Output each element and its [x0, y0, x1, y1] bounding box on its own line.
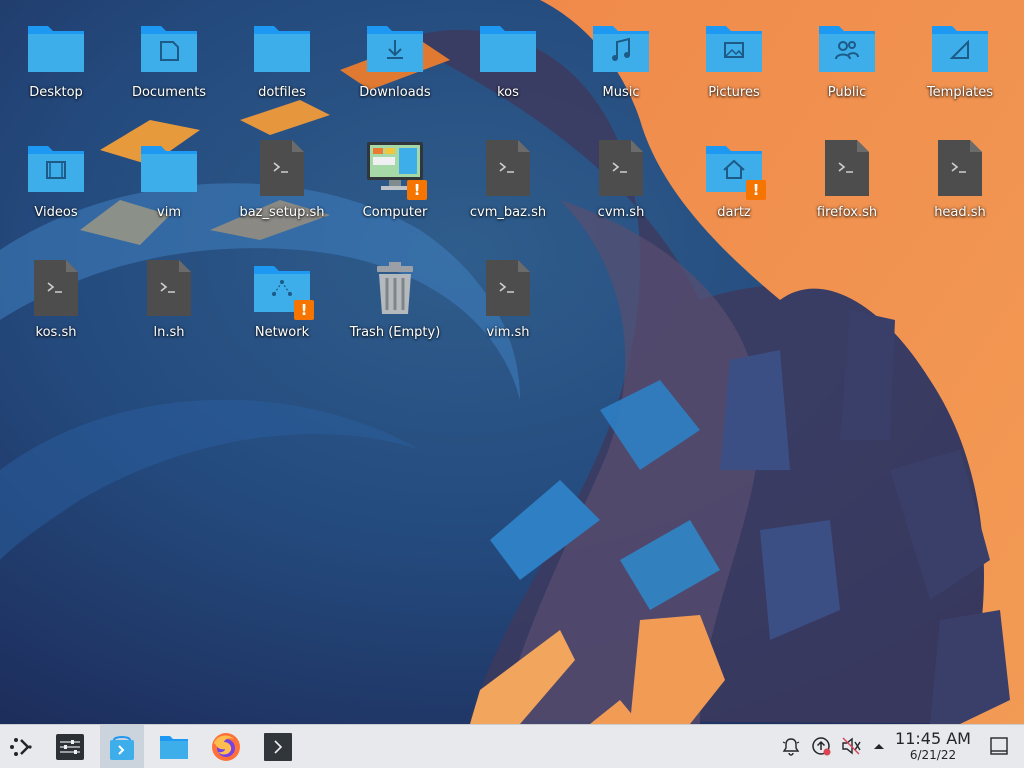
desktop-item-label: dartz — [717, 205, 751, 220]
dolphin-file-manager-icon — [160, 736, 188, 759]
desktop-item-label: kos — [497, 85, 519, 100]
shell-script-icon — [476, 256, 540, 320]
desktop-item-network[interactable]: ! Network — [232, 248, 332, 360]
desktop-item-label: Videos — [34, 205, 78, 220]
desktop-item-cvm-sh[interactable]: cvm.sh — [571, 128, 671, 240]
desktop-item-downloads[interactable]: Downloads — [345, 8, 445, 120]
shell-script-icon — [589, 136, 653, 200]
desktop-item-documents[interactable]: Documents — [119, 8, 219, 120]
shell-script-icon — [24, 256, 88, 320]
folder-documents-icon — [137, 16, 201, 80]
shell-script-icon — [476, 136, 540, 200]
application-launcher-icon — [10, 738, 32, 756]
folder-pictures-icon — [702, 16, 766, 80]
update-notifier-icon — [812, 737, 831, 756]
show-desktop-icon — [990, 737, 1008, 755]
desktop-item-dartz[interactable]: ! dartz — [684, 128, 784, 240]
desktop-item-label: baz_setup.sh — [239, 205, 325, 220]
folder-downloads-icon — [363, 16, 427, 80]
desktop-item-label: Downloads — [359, 85, 431, 100]
folder-icon — [250, 16, 314, 80]
desktop-item-label: Trash (Empty) — [349, 325, 441, 340]
clock-date: 6/21/22 — [909, 748, 957, 762]
firefox-button[interactable] — [204, 725, 248, 768]
folder-icon — [24, 16, 88, 80]
desktop-item-label: Music — [602, 85, 640, 100]
konsole-terminal-button[interactable] — [256, 725, 300, 768]
expand-tray-icon — [874, 744, 884, 749]
desktop-item-trash[interactable]: Trash (Empty) — [345, 248, 445, 360]
taskbar-panel: 11:45 AM 6/21/22 — [0, 724, 1024, 768]
desktop-item-baz-setup-sh[interactable]: baz_setup.sh — [232, 128, 332, 240]
desktop-item-kos[interactable]: kos — [458, 8, 558, 120]
desktop-item-label: vim.sh — [486, 325, 530, 340]
konsole-terminal-icon — [264, 733, 292, 761]
folder-public-icon — [815, 16, 879, 80]
desktop-item-label: Documents — [131, 85, 207, 100]
clock-time: 11:45 AM — [895, 729, 971, 748]
volume-button[interactable] — [840, 735, 862, 757]
desktop-item-label: Public — [827, 85, 867, 100]
trash-empty-icon — [363, 256, 427, 320]
desktop-item-kos-sh[interactable]: kos.sh — [6, 248, 106, 360]
desktop-item-ln-sh[interactable]: ln.sh — [119, 248, 219, 360]
folder-icon — [137, 136, 201, 200]
desktop-item-label: Network — [254, 325, 310, 340]
update-notifier-button[interactable] — [810, 735, 832, 757]
desktop-item-cvm-baz-sh[interactable]: cvm_baz.sh — [458, 128, 558, 240]
desktop-item-label: dotfiles — [258, 85, 306, 100]
folder-network-icon: ! — [250, 256, 314, 320]
discover-store-button[interactable] — [100, 725, 144, 768]
desktop-item-computer[interactable]: ! Computer — [345, 128, 445, 240]
desktop-item-label: Pictures — [708, 85, 760, 100]
folder-home-icon: ! — [702, 136, 766, 200]
computer-icon: ! — [363, 136, 427, 200]
desktop-item-dotfiles[interactable]: dotfiles — [232, 8, 332, 120]
desktop-item-templates[interactable]: Templates — [910, 8, 1010, 120]
desktop-item-public[interactable]: Public — [797, 8, 897, 120]
desktop-item-videos[interactable]: Videos — [6, 128, 106, 240]
warning-badge-icon: ! — [746, 180, 766, 200]
system-settings-button[interactable] — [48, 725, 92, 768]
shell-script-icon — [815, 136, 879, 200]
firefox-icon — [212, 733, 240, 761]
desktop-item-vim-sh[interactable]: vim.sh — [458, 248, 558, 360]
warning-badge-icon: ! — [407, 180, 427, 200]
volume-muted-icon — [842, 737, 861, 755]
desktop-item-desktop[interactable]: Desktop — [6, 8, 106, 120]
notifications-button[interactable] — [780, 735, 802, 757]
desktop-item-music[interactable]: Music — [571, 8, 671, 120]
desktop-item-label: Templates — [926, 85, 994, 100]
desktop-item-label: cvm_baz.sh — [469, 205, 547, 220]
desktop-item-head-sh[interactable]: head.sh — [910, 128, 1010, 240]
expand-tray-button[interactable] — [868, 735, 890, 757]
folder-music-icon — [589, 16, 653, 80]
desktop-item-label: firefox.sh — [816, 205, 878, 220]
shell-script-icon — [250, 136, 314, 200]
desktop-item-vim[interactable]: vim — [119, 128, 219, 240]
show-desktop-button[interactable] — [988, 735, 1010, 757]
desktop-item-label: head.sh — [934, 205, 986, 220]
folder-icon — [476, 16, 540, 80]
system-settings-icon — [56, 734, 84, 760]
discover-store-icon — [110, 736, 134, 760]
desktop-item-label: kos.sh — [35, 325, 77, 340]
desktop-item-label: Computer — [362, 205, 428, 220]
dolphin-file-manager-button[interactable] — [152, 725, 196, 768]
desktop-item-firefox-sh[interactable]: firefox.sh — [797, 128, 897, 240]
desktop-item-label: cvm.sh — [597, 205, 645, 220]
desktop-icon-grid: Desktop Documents dotfiles Downloads kos… — [0, 0, 1024, 724]
warning-badge-icon: ! — [294, 300, 314, 320]
shell-script-icon — [137, 256, 201, 320]
folder-videos-icon — [24, 136, 88, 200]
shell-script-icon — [928, 136, 992, 200]
folder-templates-icon — [928, 16, 992, 80]
desktop-item-pictures[interactable]: Pictures — [684, 8, 784, 120]
application-launcher-button[interactable] — [0, 725, 44, 768]
desktop-item-label: vim — [157, 205, 181, 220]
desktop-item-label: Desktop — [29, 85, 83, 100]
notifications-icon — [782, 738, 800, 756]
desktop-item-label: ln.sh — [153, 325, 185, 340]
